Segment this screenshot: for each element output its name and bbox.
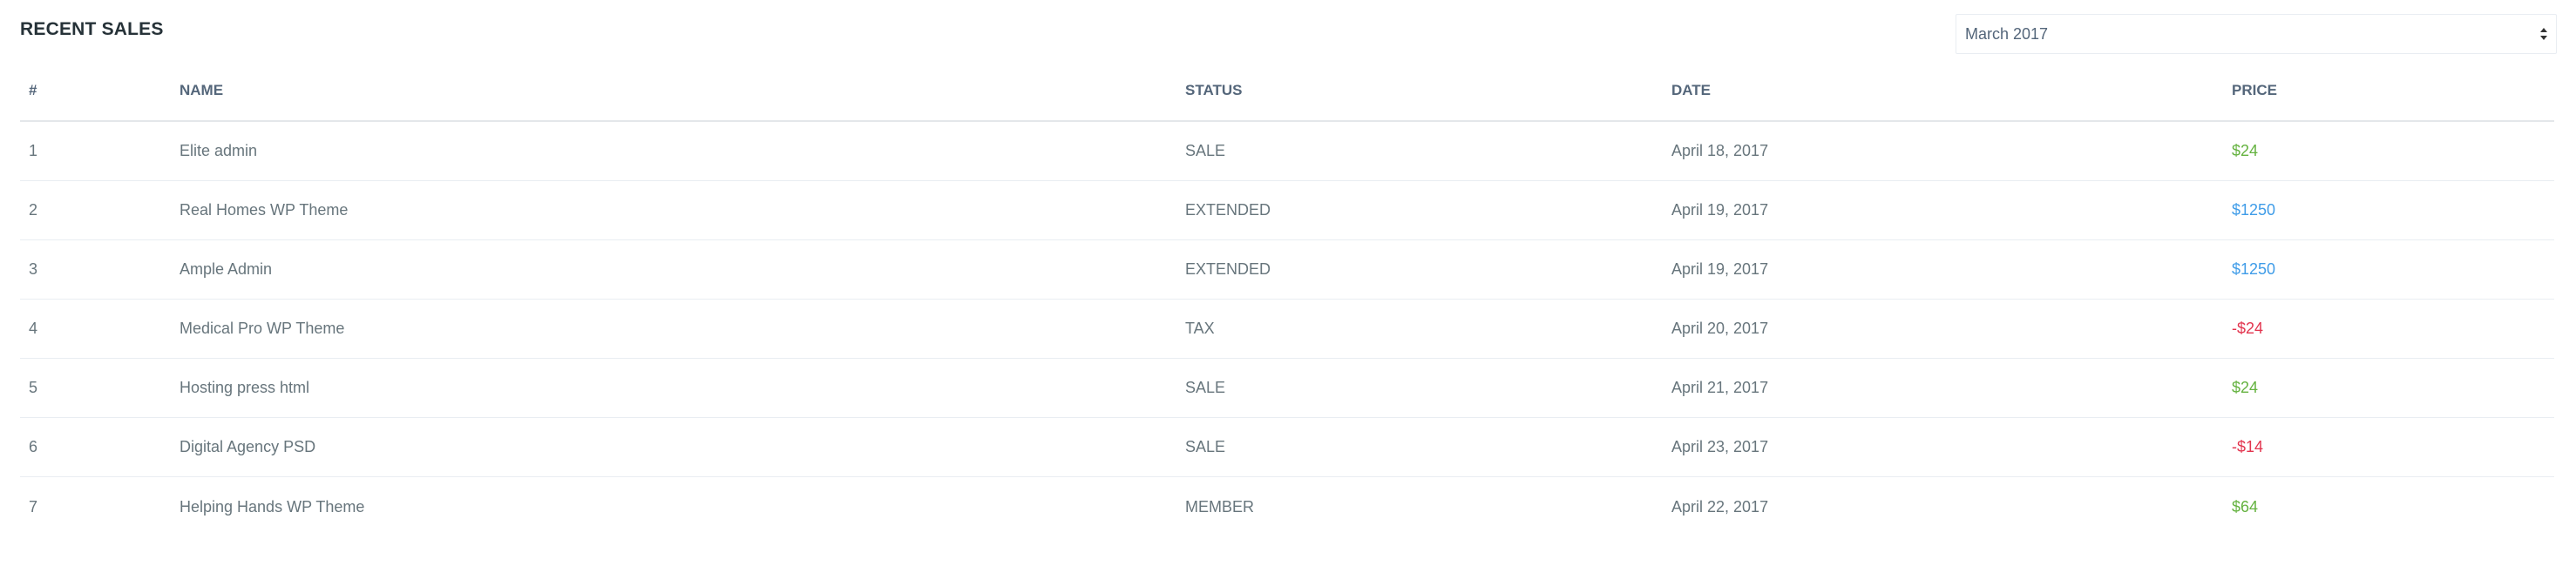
table-row: 6 Digital Agency PSD SALE April 23, 2017… [20, 418, 2554, 477]
month-select[interactable]: March 2017 [1956, 14, 2557, 54]
row-number: 1 [29, 142, 38, 159]
row-number: 2 [29, 201, 38, 219]
row-name: Hosting press html [180, 379, 310, 396]
card-title: RECENT SALES [20, 19, 164, 39]
row-date: April 20, 2017 [1671, 320, 1769, 337]
row-price: $24 [2232, 142, 2259, 159]
row-price: -$24 [2232, 320, 2264, 337]
column-header-status: STATUS [1185, 82, 1243, 98]
row-price: $1250 [2232, 201, 2276, 219]
table-row: 7 Helping Hands WP Theme MEMBER April 22… [20, 477, 2554, 536]
row-status: EXTENDED [1185, 260, 1271, 278]
column-header-date: DATE [1671, 82, 1712, 98]
month-select-value: March 2017 [1965, 25, 2049, 43]
table-row: 1 Elite admin SALE April 18, 2017 $24 [20, 122, 2554, 181]
row-status: MEMBER [1185, 497, 1255, 515]
row-date: April 19, 2017 [1671, 260, 1769, 278]
row-status: EXTENDED [1185, 201, 1271, 219]
row-name: Ample Admin [180, 260, 273, 278]
row-price: $64 [2232, 497, 2259, 515]
row-date: April 18, 2017 [1671, 142, 1769, 159]
row-price: $24 [2232, 379, 2259, 396]
row-price: $1250 [2232, 260, 2276, 278]
table-row: 5 Hosting press html SALE April 21, 2017… [20, 359, 2554, 418]
row-name: Medical Pro WP Theme [180, 320, 345, 337]
row-name: Digital Agency PSD [180, 438, 316, 455]
row-number: 7 [29, 497, 38, 515]
row-date: April 19, 2017 [1671, 201, 1769, 219]
row-date: April 22, 2017 [1671, 497, 1769, 515]
row-name: Helping Hands WP Theme [180, 497, 365, 515]
row-number: 5 [29, 379, 38, 396]
row-number: 4 [29, 320, 38, 337]
row-name: Real Homes WP Theme [180, 201, 349, 219]
row-status: SALE [1185, 438, 1226, 455]
row-price: -$14 [2232, 438, 2264, 455]
row-date: April 23, 2017 [1671, 438, 1769, 455]
row-status: SALE [1185, 379, 1226, 396]
recent-sales-card: RECENT SALES March 2017 # NAME STATUS DA… [0, 0, 2576, 566]
column-header-num: # [29, 82, 37, 98]
table-header-row: # NAME STATUS DATE PRICE [20, 61, 2554, 122]
row-number: 3 [29, 260, 38, 278]
row-date: April 21, 2017 [1671, 379, 1769, 396]
row-status: TAX [1185, 320, 1215, 337]
column-header-price: PRICE [2232, 82, 2277, 98]
row-number: 6 [29, 438, 38, 455]
table-row: 4 Medical Pro WP Theme TAX April 20, 201… [20, 300, 2554, 359]
chevron-up-down-icon [2539, 25, 2549, 43]
row-name: Elite admin [180, 142, 258, 159]
table-row: 3 Ample Admin EXTENDED April 19, 2017 $1… [20, 240, 2554, 300]
column-header-name: NAME [180, 82, 224, 98]
table-row: 2 Real Homes WP Theme EXTENDED April 19,… [20, 181, 2554, 240]
row-status: SALE [1185, 142, 1226, 159]
sales-table: # NAME STATUS DATE PRICE 1 Elite admin S… [20, 61, 2554, 536]
